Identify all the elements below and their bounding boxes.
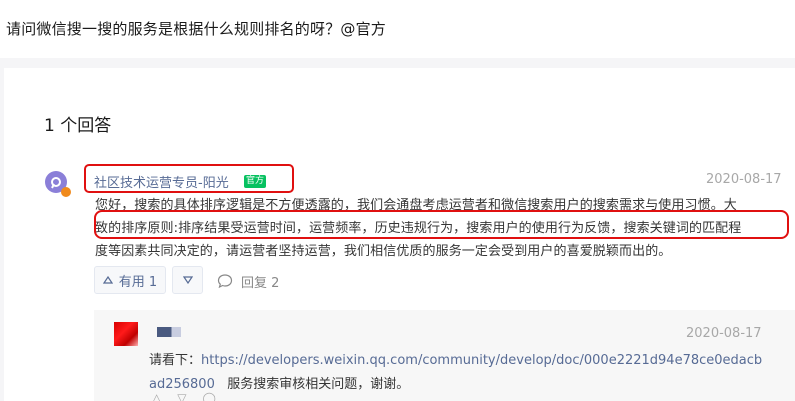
commenter-avatar[interactable] xyxy=(114,322,138,346)
comment-text-line: ad256800 服务搜索审核相关问题，谢谢。 xyxy=(149,373,409,392)
commenter-name-redacted[interactable] xyxy=(157,327,181,337)
author-avatar[interactable] xyxy=(45,171,71,197)
comment-suffix: 服务搜索审核相关问题，谢谢。 xyxy=(227,377,410,392)
downvote-button[interactable] xyxy=(172,266,203,294)
comment-actions: △ ▽ ◯ xyxy=(152,392,252,401)
question-title: 请问微信搜一搜的服务是根据什么规则排名的呀？@官方 xyxy=(6,20,387,38)
comment-link-continued[interactable]: ad256800 xyxy=(149,377,215,392)
author-name[interactable]: 社区技术运营专员-阳光 xyxy=(94,172,229,191)
upvote-label: 有用 1 xyxy=(118,274,158,290)
comment-bubble-icon[interactable]: ◯ xyxy=(202,392,215,401)
upvote-button[interactable]: 有用 1 xyxy=(94,266,166,294)
triangle-down-icon[interactable]: ▽ xyxy=(177,392,186,401)
reply-count-label: 回复 2 xyxy=(241,275,280,291)
comment-bubble-icon xyxy=(217,274,233,289)
triangle-up-icon xyxy=(102,276,113,284)
comment-text-line: 请看下：https://developers.weixin.qq.com/com… xyxy=(149,349,762,368)
comment-date: 2020-08-17 xyxy=(686,326,762,341)
reply-button[interactable]: 回复 2 xyxy=(217,271,279,291)
triangle-up-icon[interactable]: △ xyxy=(152,392,161,401)
answer-date: 2020-08-17 xyxy=(706,172,782,187)
comment-link[interactable]: https://developers.weixin.qq.com/communi… xyxy=(201,353,762,368)
ranking-principle-highlight-box xyxy=(94,210,789,239)
answer-count-heading: 1 个回答 xyxy=(44,116,112,136)
comment-prefix: 请看下： xyxy=(149,353,202,368)
official-badge: 官方 xyxy=(244,175,267,188)
triangle-down-icon xyxy=(182,276,193,284)
answer-text-line: 度等因素共同决定的，请运营者坚持运营，我们相信优质的服务一定会受到用户的喜爱脱颖… xyxy=(95,244,672,259)
question-header: 请问微信搜一搜的服务是根据什么规则排名的呀？@官方 xyxy=(0,0,795,58)
